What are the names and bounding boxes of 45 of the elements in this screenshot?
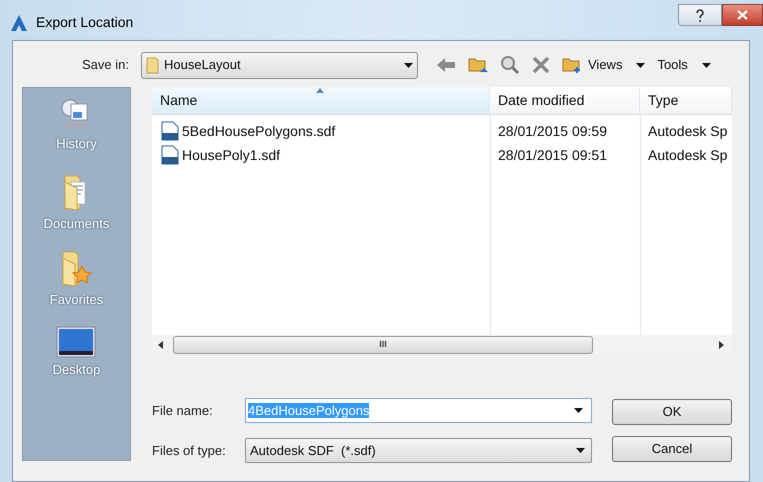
file-name-label: File name: <box>152 402 214 420</box>
help-icon <box>695 8 705 22</box>
column-header[interactable]: Type <box>640 87 732 114</box>
sort-ascending-icon <box>316 88 324 93</box>
scroll-left-icon[interactable] <box>158 341 163 349</box>
tools-menu-button[interactable]: Tools <box>657 55 711 75</box>
ok-button[interactable]: OK <box>612 399 732 425</box>
star-folder-icon <box>60 250 94 288</box>
sdf-file-icon <box>160 121 180 141</box>
file-type-dropdown[interactable]: Autodesk SDF (*.sdf) <box>245 438 592 463</box>
dropdown-caret-icon <box>404 62 413 68</box>
table-cell-text: HousePoly1.sdf <box>182 146 280 165</box>
scroll-right-icon[interactable] <box>719 341 724 349</box>
help-button[interactable] <box>678 4 722 26</box>
folder-icon <box>146 56 160 74</box>
dropdown-caret-icon <box>574 408 583 413</box>
file-type-label: Files of type: <box>152 442 227 460</box>
new-folder-icon[interactable] <box>562 56 582 74</box>
table-cell-text: 28/01/2015 09:59 <box>498 122 607 140</box>
table-cell-text: Autodesk Sp <box>648 146 728 165</box>
dropdown-caret-icon <box>636 62 646 68</box>
save-in-dropdown[interactable]: HouseLayout <box>141 52 418 78</box>
back-arrow-icon[interactable] <box>436 57 456 73</box>
column-header[interactable]: Name <box>152 87 490 114</box>
folder-up-icon[interactable] <box>468 56 488 74</box>
cancel-button[interactable]: Cancel <box>612 436 732 462</box>
table-cell-text: Autodesk Sp <box>648 122 728 141</box>
delete-icon[interactable] <box>532 56 550 74</box>
table-cell-text: 28/01/2015 09:51 <box>498 146 607 164</box>
scrollbar-thumb[interactable]: III <box>173 336 593 354</box>
monitor-icon <box>56 326 96 358</box>
table-cell-text: 5BedHousePolygons.sdf <box>182 122 336 141</box>
column-header[interactable]: Date modified <box>490 87 640 114</box>
sdf-file-icon <box>160 145 180 165</box>
app-logo-icon <box>10 14 28 32</box>
save-in-label: Save in: <box>81 56 130 74</box>
views-menu-button[interactable]: Views <box>588 55 646 75</box>
file-row[interactable]: HousePoly1.sdf 28/01/2015 09:51 Autodesk Sp <box>152 143 732 167</box>
horizontal-scrollbar[interactable]: III <box>152 335 732 355</box>
close-button[interactable] <box>722 4 763 26</box>
window-title: Export Location <box>36 13 134 32</box>
dropdown-caret-icon <box>702 62 711 68</box>
close-icon <box>737 10 748 20</box>
dropdown-caret-icon <box>576 448 585 453</box>
file-row[interactable]: 5BedHousePolygons.sdf 28/01/2015 09:59 Autodesk Sp <box>152 119 732 143</box>
